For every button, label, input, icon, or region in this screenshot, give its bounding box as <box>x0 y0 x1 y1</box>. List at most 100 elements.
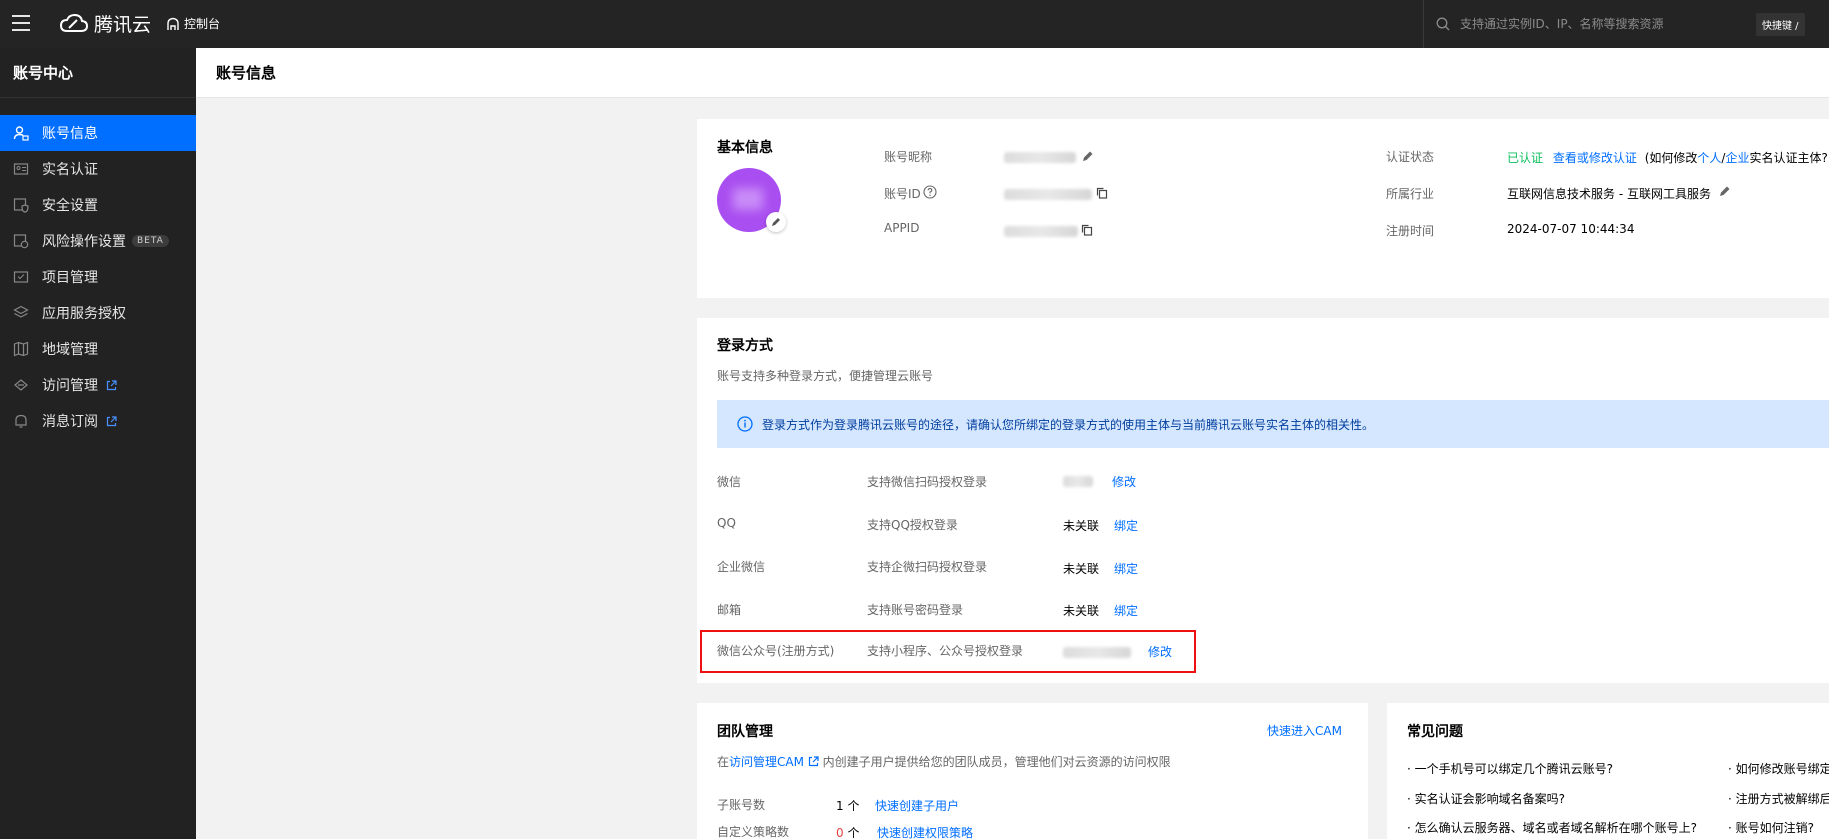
sidebar-item-label: 安全设置 <box>42 198 98 214</box>
menu-icon[interactable] <box>12 15 30 31</box>
page-title: 账号信息 <box>216 64 277 82</box>
faq-item[interactable]: · 账号如何注销? <box>1728 819 1814 836</box>
home-icon <box>167 17 179 30</box>
enterprise-auth-link[interactable]: 企业 <box>1725 151 1749 165</box>
sidebar-item-label: 消息订阅 <box>42 414 98 430</box>
email-bind-link[interactable]: 绑定 <box>1114 602 1138 619</box>
edit-industry-icon[interactable] <box>1719 185 1731 197</box>
map-icon <box>13 341 29 357</box>
help-icon[interactable] <box>923 185 937 199</box>
login-row-desc: 支持企微扫码授权登录 <box>867 560 988 574</box>
brand-name: 腾讯云 <box>94 14 152 36</box>
external-link-icon <box>106 415 117 427</box>
wechat-modify-link[interactable]: 修改 <box>1112 473 1136 490</box>
sidebar-title: 账号中心 <box>0 48 196 98</box>
sidebar-item-regions[interactable]: 地域管理 <box>0 331 196 367</box>
login-row-desc: 支持账号密码登录 <box>867 603 964 617</box>
login-row-desc: 支持QQ授权登录 <box>867 518 958 532</box>
sidebar-item-security[interactable]: 安全设置 <box>0 187 196 223</box>
sidebar-item-risk-operation[interactable]: 风险操作设置 BETA <box>0 223 196 259</box>
faq-item[interactable]: · 一个手机号可以绑定几个腾讯云账号? <box>1407 760 1613 777</box>
sidebar-item-label: 账号信息 <box>42 126 98 142</box>
nickname-label: 账号昵称 <box>884 150 933 164</box>
external-link-icon <box>808 756 819 767</box>
pencil-icon <box>772 218 780 226</box>
enter-cam-link[interactable]: 快速进入CAM <box>1267 722 1342 739</box>
personal-auth-link[interactable]: 个人 <box>1697 151 1721 165</box>
login-row-status: 未关联 <box>1063 604 1100 618</box>
wecom-bind-link[interactable]: 绑定 <box>1114 560 1138 577</box>
official-account-modify-link[interactable]: 修改 <box>1148 643 1172 660</box>
console-label: 控制台 <box>184 17 221 31</box>
login-row-desc: 支持小程序、公众号授权登录 <box>867 644 1024 658</box>
login-row-status <box>1063 645 1131 659</box>
sidebar-item-label: 实名认证 <box>42 162 98 178</box>
search-icon <box>1436 17 1450 31</box>
cam-link[interactable]: 访问管理CAM <box>729 755 804 769</box>
shortcut-badge[interactable]: 快捷键 / <box>1756 13 1805 36</box>
create-policy-link[interactable]: 快速创建权限策略 <box>877 824 973 839</box>
console-link[interactable]: 控制台 <box>166 15 220 32</box>
sub-account-label: 子账号数 <box>717 798 766 812</box>
sidebar-item-label: 风险操作设置 <box>42 234 126 250</box>
sidebar-item-label: 应用服务授权 <box>42 306 126 322</box>
create-sub-user-link[interactable]: 快速创建子用户 <box>875 797 959 814</box>
team-desc: 在访问管理CAM 内创建子用户提供给您的团队成员，管理他们对云资源的访问权限 <box>717 755 1171 769</box>
copy-appid-icon[interactable] <box>1081 224 1093 236</box>
page-header: 账号信息 <box>196 48 1829 98</box>
faq-item[interactable]: · 怎么确认云服务器、域名或者域名解析在哪个账号上? <box>1407 819 1697 836</box>
info-icon <box>737 416 753 432</box>
basic-info-card: 基本信息 账号昵称 账号ID APPID 认证状态 已认证 查看或修改认证 (如… <box>697 119 1829 298</box>
faq-item[interactable]: · 实名认证会影响域名备案吗? <box>1407 790 1565 807</box>
login-methods-card: 登录方式 账号支持多种登录方式，便捷管理云账号 登录方式作为登录腾讯云账号的途径… <box>697 318 1829 683</box>
register-time-label: 注册时间 <box>1386 224 1435 238</box>
sidebar-item-app-auth[interactable]: 应用服务授权 <box>0 295 196 331</box>
edit-avatar-button[interactable] <box>766 212 786 232</box>
qq-bind-link[interactable]: 绑定 <box>1114 517 1138 534</box>
login-methods-title: 登录方式 <box>717 338 773 354</box>
login-row-status <box>1063 474 1093 488</box>
search-input[interactable] <box>1460 17 1740 31</box>
layers-icon <box>13 305 29 321</box>
sidebar-item-label: 项目管理 <box>42 270 98 286</box>
login-notice: 登录方式作为登录腾讯云账号的途径，请确认您所绑定的登录方式的使用主体与当前腾讯云… <box>717 400 1829 448</box>
login-row-name: QQ <box>717 516 736 530</box>
sidebar-item-message-subscription[interactable]: 消息订阅 <box>0 403 196 439</box>
modify-auth-link[interactable]: 查看或修改认证 <box>1553 151 1637 165</box>
beta-badge: BETA <box>132 235 169 247</box>
sidebar: 账号中心 账号信息 实名认证 安全设置 风险操作设置 BETA 项目管理 应用服… <box>0 48 196 839</box>
faq-item[interactable]: · 注册方式被解绑后 <box>1728 790 1829 807</box>
login-methods-subtitle: 账号支持多种登录方式，便捷管理云账号 <box>717 369 934 383</box>
login-row-name: 企业微信 <box>717 560 766 574</box>
sidebar-item-account-info[interactable]: 账号信息 <box>0 115 196 151</box>
industry-value: 互联网信息技术服务 - 互联网工具服务 <box>1507 187 1711 201</box>
login-notice-text: 登录方式作为登录腾讯云账号的途径，请确认您所绑定的登录方式的使用主体与当前腾讯云… <box>762 417 1375 432</box>
brand-logo[interactable]: 腾讯云 <box>60 10 151 37</box>
global-search <box>1423 0 1769 48</box>
auth-hint-post: 实名认证主体? <box>1749 151 1828 165</box>
appid-value <box>1004 224 1078 238</box>
team-title: 团队管理 <box>717 724 773 740</box>
sidebar-item-label: 地域管理 <box>42 342 98 358</box>
account-id-value <box>1004 187 1092 201</box>
sidebar-item-real-name[interactable]: 实名认证 <box>0 151 196 187</box>
faq-item[interactable]: · 如何修改账号绑定 <box>1728 760 1829 777</box>
login-row-status: 未关联 <box>1063 562 1100 576</box>
id-card-icon <box>13 161 29 177</box>
login-row-name: 邮箱 <box>717 603 742 617</box>
policy-count-label: 自定义策略数 <box>717 825 790 839</box>
sub-account-value: 1 个 <box>836 799 860 813</box>
folder-icon <box>13 269 29 285</box>
faq-title: 常见问题 <box>1407 724 1463 740</box>
copy-id-icon[interactable] <box>1096 187 1108 199</box>
basic-info-title: 基本信息 <box>717 140 773 156</box>
user-icon <box>13 125 29 141</box>
sidebar-item-projects[interactable]: 项目管理 <box>0 259 196 295</box>
login-row-name: 微信 <box>717 475 742 489</box>
bell-icon <box>13 413 29 429</box>
edit-nickname-icon[interactable] <box>1082 150 1094 162</box>
sidebar-item-access-management[interactable]: 访问管理 <box>0 367 196 403</box>
auth-status-label: 认证状态 <box>1386 150 1435 164</box>
cloud-logo-icon <box>60 13 88 32</box>
register-time-value: 2024-07-07 10:44:34 <box>1507 222 1635 236</box>
